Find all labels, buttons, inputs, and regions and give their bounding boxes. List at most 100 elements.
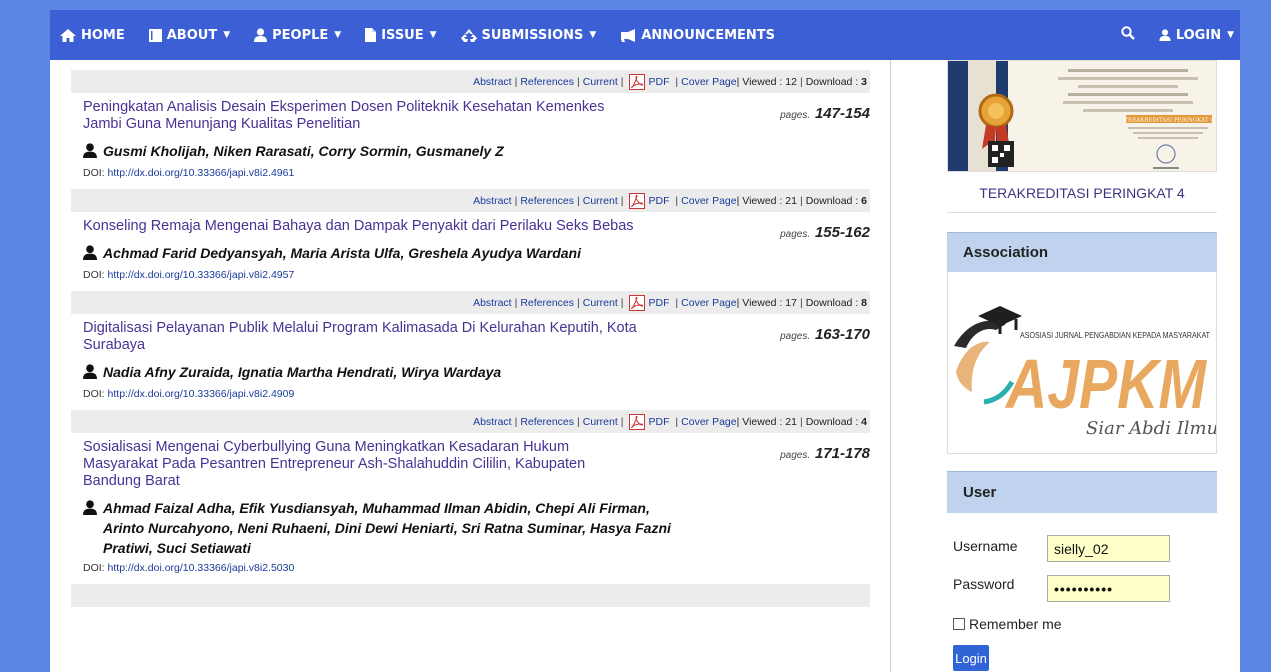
nav-submissions[interactable]: SUBMISSIONS ▼ (449, 10, 609, 60)
download-label: Download : (805, 415, 859, 428)
article-entry: Abstract | References | Current | PDF | Cover P… (71, 70, 870, 179)
nav-home[interactable]: HOME (50, 10, 137, 60)
nav-issue-label: ISSUE (381, 27, 424, 43)
article-action-bar: Abstract | References | Current | PDF | Cover P… (71, 410, 870, 433)
article-authors: Nadia Afny Zuraida, Ignatia Martha Hendr… (71, 362, 671, 384)
user-icon (83, 500, 97, 558)
doi-label: DOI: (83, 167, 105, 179)
pages-label: pages. (780, 331, 811, 342)
pdf-icon[interactable] (628, 73, 645, 90)
pages-range: 163-170 (814, 326, 870, 343)
abstract-link[interactable]: Abstract (473, 76, 512, 88)
current-link[interactable]: Current (583, 297, 618, 309)
cover-page-link[interactable]: Cover Page (681, 297, 736, 309)
remember-me-checkbox[interactable] (953, 618, 965, 630)
password-input[interactable]: •••••••••• (1047, 575, 1170, 602)
nav-login[interactable]: LOGIN ▼ (1147, 10, 1240, 60)
article-title-link[interactable]: Sosialisasi Mengenai Cyberbullying Guna … (83, 439, 643, 490)
download-label: Download : (805, 75, 859, 88)
article-pages: pages. 163-170 (780, 326, 870, 343)
nav-about[interactable]: ABOUT ▼ (137, 10, 242, 60)
viewed-count: 12 (785, 75, 797, 88)
user-icon (83, 364, 97, 384)
abstract-link[interactable]: Abstract (473, 416, 512, 428)
user-icon (83, 143, 97, 163)
references-link[interactable]: References (520, 195, 574, 207)
caret-down-icon: ▼ (589, 30, 597, 40)
nav-people[interactable]: PEOPLE ▼ (242, 10, 353, 60)
username-input[interactable]: sielly_02 (1047, 535, 1170, 562)
article-title-link[interactable]: Peningkatan Analisis Desain Eksperimen D… (83, 99, 643, 133)
doi-label: DOI: (83, 269, 105, 281)
nav-announcements[interactable]: ANNOUNCEMENTS (608, 10, 787, 60)
article-title-row: Konseling Remaja Mengenai Bahaya dan Dam… (71, 212, 870, 241)
user-icon (83, 245, 97, 265)
authors-text: Gusmi Kholijah, Niken Rarasati, Corry So… (103, 143, 504, 159)
article-title-row: Sosialisasi Mengenai Cyberbullying Guna … (71, 433, 870, 490)
pdf-icon[interactable] (628, 192, 645, 209)
download-count: 4 (861, 415, 867, 428)
abstract-link[interactable]: Abstract (473, 195, 512, 207)
pdf-icon[interactable] (628, 413, 645, 430)
article-doi: DOI: http://dx.doi.org/10.33366/japi.v8i… (71, 269, 870, 281)
article-title-row: Digitalisasi Pelayanan Publik Melalui Pr… (71, 314, 870, 354)
login-button[interactable]: Login (953, 645, 989, 671)
nav-issue[interactable]: ISSUE ▼ (353, 10, 448, 60)
doi-link[interactable]: http://dx.doi.org/10.33366/japi.v8i2.496… (108, 167, 295, 179)
caret-down-icon: ▼ (223, 30, 231, 40)
association-block-body: ASOSIASI JURNAL PENGABDIAN KEPADA MASYAR… (947, 272, 1240, 454)
nav-login-label: LOGIN (1175, 27, 1222, 43)
column-divider (890, 60, 891, 672)
doi-link[interactable]: http://dx.doi.org/10.33366/japi.v8i2.503… (108, 562, 295, 574)
references-link[interactable]: References (520, 297, 574, 309)
nav-announcements-label: ANNOUNCEMENTS (641, 27, 775, 43)
article-authors: Achmad Farid Dedyansyah, Maria Arista Ul… (71, 243, 671, 265)
current-link[interactable]: Current (583, 76, 618, 88)
authors-text: Achmad Farid Dedyansyah, Maria Arista Ul… (103, 245, 581, 261)
pdf-link[interactable]: PDF (649, 297, 670, 309)
article-action-bar: Abstract | References | Current | PDF | Cover P… (71, 70, 870, 93)
download-count: 3 (861, 75, 867, 88)
search-button[interactable] (1111, 10, 1147, 60)
doi-label: DOI: (83, 388, 105, 400)
pages-range: 171-178 (814, 445, 870, 462)
pages-label: pages. (780, 450, 811, 461)
remember-me-row: Remember me (953, 616, 1062, 632)
certificate-ribbon-text: TERAKREDITASI PERINGKAT 4 (1124, 118, 1214, 124)
article-entry: Abstract | References | Current | PDF | Cover P… (71, 291, 870, 400)
abstract-link[interactable]: Abstract (473, 297, 512, 309)
viewed-count: 21 (785, 194, 797, 207)
page-container: Abstract | References | Current | PDF | Cover P… (50, 60, 1240, 672)
user-block-title: User (947, 471, 1217, 513)
article-authors: Gusmi Kholijah, Niken Rarasati, Corry So… (71, 141, 671, 163)
doi-link[interactable]: http://dx.doi.org/10.33366/japi.v8i2.495… (108, 269, 295, 281)
download-count: 6 (861, 194, 867, 207)
recycle-icon (460, 28, 477, 42)
cover-page-link[interactable]: Cover Page (681, 195, 736, 207)
book-icon (148, 28, 162, 42)
search-icon (1121, 26, 1135, 44)
download-label: Download : (805, 194, 859, 207)
nav-submissions-label: SUBMISSIONS (481, 27, 584, 43)
accreditation-link[interactable]: TERAKREDITASI PERINGKAT 4 (947, 185, 1217, 201)
article-title-link[interactable]: Konseling Remaja Mengenai Bahaya dan Dam… (83, 218, 643, 235)
nav-about-label: ABOUT (166, 27, 218, 43)
current-link[interactable]: Current (583, 416, 618, 428)
user-icon (254, 28, 268, 42)
references-link[interactable]: References (520, 76, 574, 88)
pdf-icon[interactable] (628, 294, 645, 311)
viewed-label: Viewed : (742, 415, 783, 428)
doi-link[interactable]: http://dx.doi.org/10.33366/japi.v8i2.490… (108, 388, 295, 400)
article-pages: pages. 171-178 (780, 445, 870, 462)
pdf-link[interactable]: PDF (649, 416, 670, 428)
article-doi: DOI: http://dx.doi.org/10.33366/japi.v8i… (71, 167, 870, 179)
authors-text: Nadia Afny Zuraida, Ignatia Martha Hendr… (103, 364, 502, 380)
viewed-label: Viewed : (742, 296, 783, 309)
references-link[interactable]: References (520, 416, 574, 428)
current-link[interactable]: Current (583, 195, 618, 207)
pdf-link[interactable]: PDF (649, 76, 670, 88)
pdf-link[interactable]: PDF (649, 195, 670, 207)
article-title-link[interactable]: Digitalisasi Pelayanan Publik Melalui Pr… (83, 320, 643, 354)
cover-page-link[interactable]: Cover Page (681, 76, 736, 88)
cover-page-link[interactable]: Cover Page (681, 416, 736, 428)
